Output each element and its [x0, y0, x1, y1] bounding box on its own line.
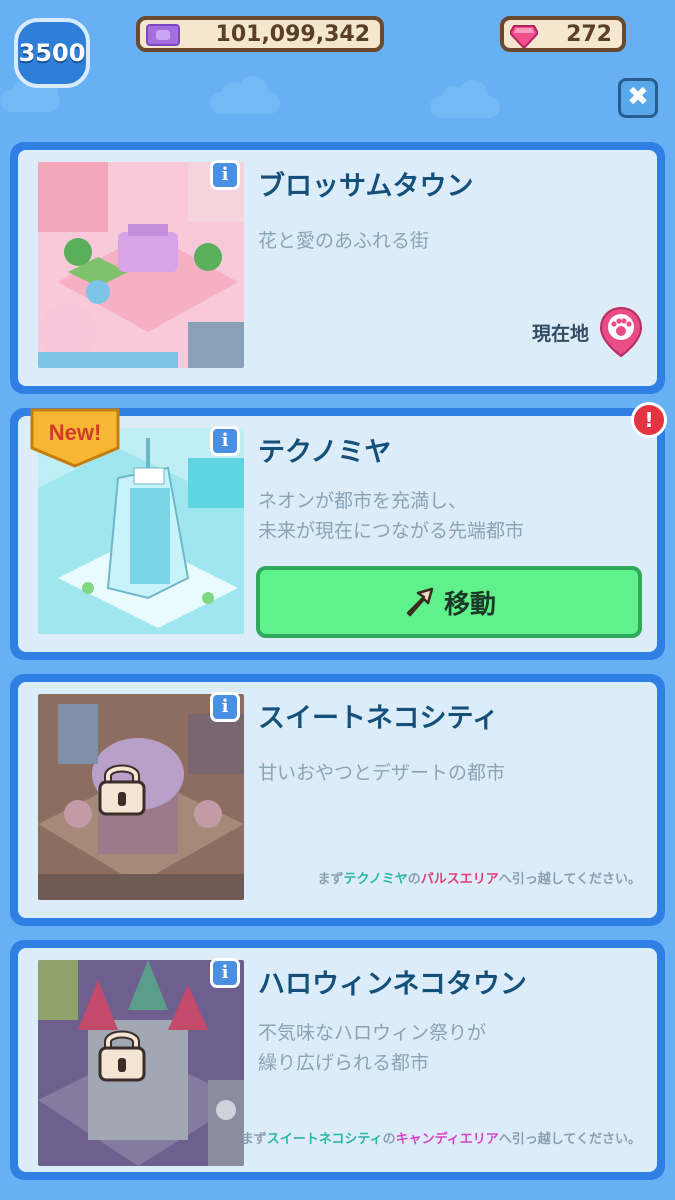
- background-cloud: [210, 76, 280, 114]
- level-badge: 3500: [14, 18, 90, 88]
- current-location-label: 現在地: [531, 322, 589, 345]
- hint-text: まず: [317, 872, 344, 887]
- lock-icon: [98, 764, 146, 816]
- close-icon: ✖: [627, 82, 649, 112]
- unlock-hint: まずスイートネコシティのキャンディエリアへ引っ越してください。: [241, 1128, 641, 1147]
- level-value: 3500: [18, 39, 86, 67]
- description-line: 甘いおやつとデザートの都市: [258, 762, 506, 784]
- current-location-indicator: 現在地: [532, 306, 643, 358]
- city-thumbnail: [38, 162, 244, 368]
- gem-counter[interactable]: 272: [500, 16, 626, 52]
- city-description: 甘いおやつとデザートの都市: [258, 758, 648, 788]
- close-button[interactable]: ✖: [618, 78, 658, 118]
- hint-area: キャンディエリア: [395, 1132, 499, 1147]
- city-card-halloween-neko[interactable]: i ハロウィンネコタウン 不気味なハロウィン祭りが 繰り広げられる都市 まずスイ…: [10, 940, 665, 1180]
- hint-text: まず: [240, 1132, 267, 1147]
- info-icon[interactable]: i: [210, 160, 240, 190]
- city-card-blossom[interactable]: i ブロッサムタウン 花と愛のあふれる街 現在地: [10, 142, 665, 394]
- hint-text: へ引っ越してください。: [498, 872, 641, 887]
- lock-icon: [98, 1030, 146, 1082]
- cash-icon: [146, 24, 180, 46]
- info-icon[interactable]: i: [210, 692, 240, 722]
- city-title: スイートネコシティ: [258, 703, 499, 734]
- city-description: ネオンが都市を充満し、 未来が現在につながる先端都市: [258, 486, 648, 546]
- city-card-technomiya[interactable]: New! ! i テクノミヤ ネオンが都市を充満し、 未来が現在につながる先端都…: [10, 402, 667, 660]
- info-icon[interactable]: i: [210, 426, 240, 456]
- hint-text: の: [382, 1132, 396, 1147]
- card-panel: i ハロウィンネコタウン 不気味なハロウィン祭りが 繰り広げられる都市 まずスイ…: [18, 948, 657, 1172]
- description-line: 未来が現在につながる先端都市: [258, 520, 525, 542]
- description-line: ネオンが都市を充満し、: [258, 490, 468, 512]
- location-pin-icon: [599, 306, 643, 358]
- new-badge: New!: [30, 408, 120, 468]
- coin-counter[interactable]: 101,099,342: [136, 16, 384, 52]
- move-button[interactable]: 移動: [256, 566, 642, 638]
- arrow-icon: [406, 587, 434, 617]
- info-icon[interactable]: i: [210, 958, 240, 988]
- city-card-sweet-neko[interactable]: i スイートネコシティ 甘いおやつとデザートの都市 まずテクノミヤのパルスエリア…: [10, 674, 665, 926]
- card-panel: New! ! i テクノミヤ ネオンが都市を充満し、 未来が現在につながる先端都…: [18, 402, 667, 652]
- background-cloud: [0, 74, 60, 112]
- hint-text: の: [407, 872, 421, 887]
- gem-value: 272: [566, 21, 612, 47]
- city-description: 不気味なハロウィン祭りが 繰り広げられる都市: [258, 1018, 648, 1078]
- unlock-hint: まずテクノミヤのパルスエリアへ引っ越してください。: [317, 868, 641, 887]
- city-description: 花と愛のあふれる街: [258, 226, 648, 256]
- city-title: テクノミヤ: [258, 437, 392, 468]
- description-line: 不気味なハロウィン祭りが: [258, 1022, 487, 1044]
- card-panel: i スイートネコシティ 甘いおやつとデザートの都市 まずテクノミヤのパルスエリア…: [18, 682, 657, 918]
- description-line: 花と愛のあふれる街: [258, 230, 430, 252]
- hint-area: パルスエリア: [420, 872, 499, 887]
- hint-city: スイートネコシティ: [266, 1132, 383, 1147]
- hint-text: へ引っ越してください。: [498, 1132, 641, 1147]
- alert-icon: !: [631, 402, 667, 438]
- coin-value: 101,099,342: [215, 21, 370, 47]
- gem-icon: [510, 25, 538, 48]
- new-badge-label: New!: [49, 420, 102, 445]
- hint-city: テクノミヤ: [343, 872, 408, 887]
- city-title: ハロウィンネコタウン: [258, 969, 527, 1000]
- card-panel: i ブロッサムタウン 花と愛のあふれる街 現在地: [18, 150, 657, 386]
- move-button-label: 移動: [443, 589, 496, 620]
- background-cloud: [430, 80, 500, 118]
- city-title: ブロッサムタウン: [258, 171, 474, 202]
- description-line: 繰り広げられる都市: [258, 1052, 430, 1074]
